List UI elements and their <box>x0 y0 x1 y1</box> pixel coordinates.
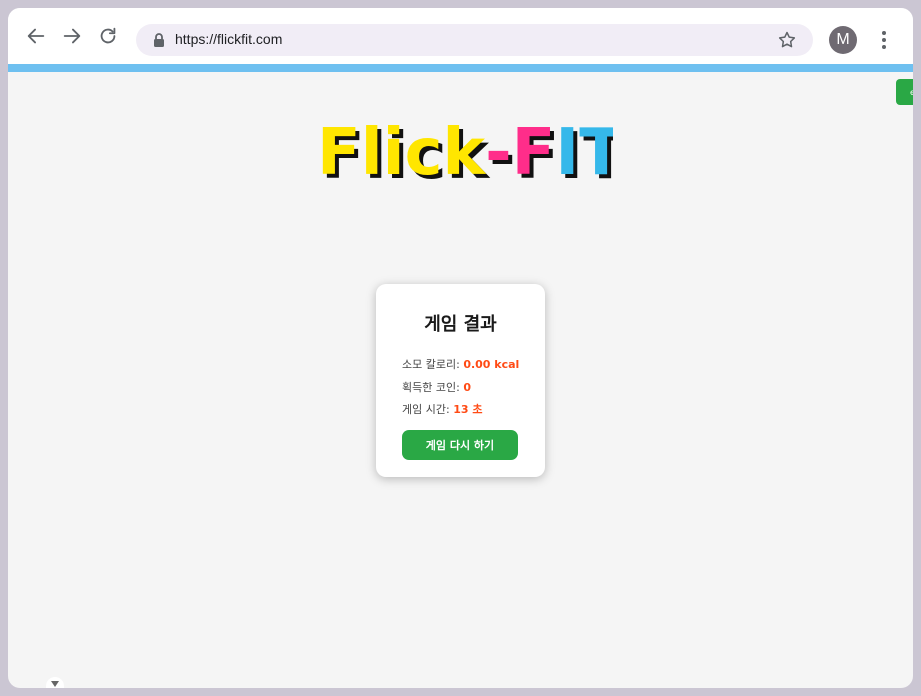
result-title: 게임 결과 <box>424 314 497 335</box>
time-label: 게임 시간: <box>402 403 454 416</box>
time-stat: 게임 시간: 13 초 <box>402 401 482 417</box>
calories-value: 0.00 kcal <box>463 358 520 371</box>
coins-label: 획득한 코인: <box>402 381 464 394</box>
flick-fit-logo: Flick-FIT Flick-FIT <box>317 116 613 192</box>
time-value: 13 초 <box>453 403 483 416</box>
back-arrow-icon[interactable] <box>24 24 48 48</box>
replay-button[interactable]: 게임 다시 하기 <box>402 430 518 460</box>
calories-stat: 소모 칼로리: 0.00 kcal <box>402 356 519 372</box>
browser-toolbar: https://flickfit.com M <box>8 8 913 64</box>
lock-icon <box>154 33 164 47</box>
more-vert-icon[interactable] <box>874 28 894 52</box>
coins-value: 0 <box>463 381 471 394</box>
accent-bar <box>8 64 913 72</box>
coins-stat: 획득한 코인: 0 <box>402 379 471 395</box>
browser-window: https://flickfit.com M e Flick-FIT Flick… <box>8 8 913 688</box>
bookmark-star-icon[interactable] <box>777 30 797 50</box>
profile-avatar[interactable]: M <box>829 26 857 54</box>
scroll-down-icon[interactable] <box>46 677 64 688</box>
reload-icon[interactable] <box>96 24 120 48</box>
forward-arrow-icon[interactable] <box>60 24 84 48</box>
url-text: https://flickfit.com <box>175 31 283 47</box>
calories-label: 소모 칼로리: <box>402 358 464 371</box>
svg-text:Flick-FIT: Flick-FIT <box>317 116 613 190</box>
game-result-card: 게임 결과 소모 칼로리: 0.00 kcal 획득한 코인: 0 게임 시간:… <box>376 284 545 477</box>
address-bar[interactable]: https://flickfit.com <box>136 24 813 56</box>
corner-action-button[interactable]: e <box>896 79 913 105</box>
